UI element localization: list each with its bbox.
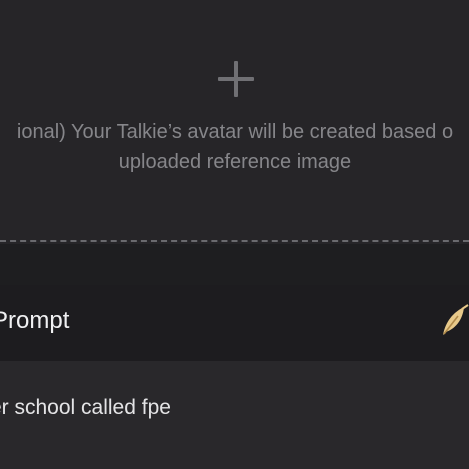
upload-area-dashed-border [0,240,469,242]
prompt-input-text: er school called fpe [0,396,171,419]
avatar-reference-upload-area[interactable]: ional) Your Talkie’s avatar will be crea… [0,0,469,244]
plus-icon[interactable] [216,59,256,99]
create-talkie-form: ional) Your Talkie’s avatar will be crea… [0,0,469,469]
quill-icon[interactable] [440,303,469,337]
prompt-section-title: Prompt [0,307,70,334]
upload-hint-text: ional) Your Talkie’s avatar will be crea… [16,121,454,173]
prompt-section-header [0,285,469,361]
